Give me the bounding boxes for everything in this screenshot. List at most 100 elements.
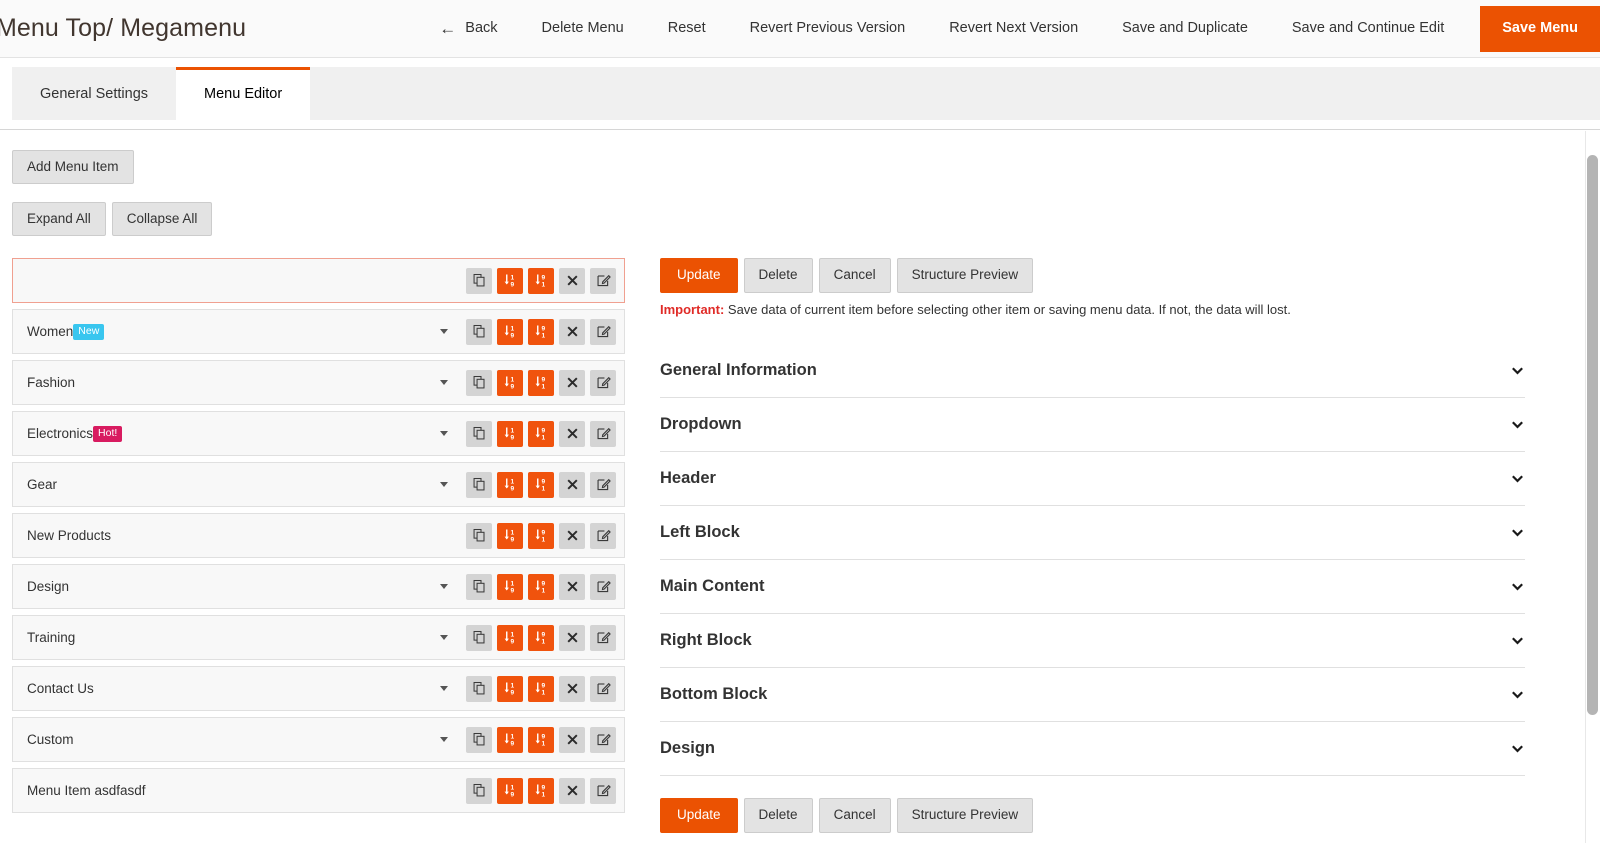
chevron-down-icon[interactable] xyxy=(1509,633,1525,649)
cancel-button[interactable]: Cancel xyxy=(818,258,891,293)
delete-menu-button[interactable]: Delete Menu xyxy=(520,0,646,57)
edit-button[interactable] xyxy=(590,420,616,447)
menu-item-row[interactable]: Training 1 9 9 1 xyxy=(12,615,625,661)
duplicate-button[interactable] xyxy=(466,624,492,651)
duplicate-button[interactable] xyxy=(466,369,492,396)
expand-caret-icon[interactable] xyxy=(440,482,448,488)
close-button[interactable] xyxy=(559,777,585,804)
sort-descending-button[interactable]: 91 xyxy=(528,726,554,753)
chevron-down-icon[interactable] xyxy=(1509,687,1525,703)
close-button[interactable] xyxy=(559,675,585,702)
sort-descending-button[interactable]: 91 xyxy=(528,471,554,498)
duplicate-button[interactable] xyxy=(466,726,492,753)
menu-item-row[interactable]: Contact Us 1 9 9 1 xyxy=(12,666,625,712)
edit-button[interactable] xyxy=(590,267,616,294)
close-button[interactable] xyxy=(559,267,585,294)
section-general-information[interactable]: General Information xyxy=(660,344,1525,399)
duplicate-button[interactable] xyxy=(466,420,492,447)
sort-ascending-button[interactable]: 19 xyxy=(497,675,523,702)
sort-ascending-button[interactable]: 19 xyxy=(497,573,523,600)
expand-caret-icon[interactable] xyxy=(440,329,448,335)
sort-descending-button[interactable]: 91 xyxy=(528,573,554,600)
expand-all-button[interactable]: Expand All xyxy=(12,202,106,237)
section-header[interactable]: Header xyxy=(660,452,1525,507)
menu-item-row[interactable]: Custom 1 9 9 1 xyxy=(12,717,625,763)
duplicate-button[interactable] xyxy=(466,573,492,600)
save-menu-button[interactable]: Save Menu xyxy=(1480,5,1600,52)
delete-button[interactable]: Delete xyxy=(743,258,813,293)
menu-item-row[interactable]: Fashion 1 9 9 1 xyxy=(12,360,625,406)
revert-next-version-button[interactable]: Revert Next Version xyxy=(927,0,1100,57)
sort-ascending-button[interactable]: 19 xyxy=(497,318,523,345)
section-main-content[interactable]: Main Content xyxy=(660,560,1525,615)
sort-ascending-button[interactable]: 19 xyxy=(497,777,523,804)
duplicate-button[interactable] xyxy=(466,777,492,804)
edit-button[interactable] xyxy=(590,675,616,702)
update-button[interactable]: Update xyxy=(660,258,738,293)
sort-descending-button[interactable]: 91 xyxy=(528,624,554,651)
edit-button[interactable] xyxy=(590,318,616,345)
sort-descending-button[interactable]: 91 xyxy=(528,369,554,396)
chevron-down-icon[interactable] xyxy=(1509,525,1525,541)
sort-descending-button[interactable]: 91 xyxy=(528,267,554,294)
chevron-down-icon[interactable] xyxy=(1509,471,1525,487)
duplicate-button[interactable] xyxy=(466,522,492,549)
close-button[interactable] xyxy=(559,369,585,396)
section-bottom-block[interactable]: Bottom Block xyxy=(660,668,1525,723)
menu-item-row[interactable]: Design 1 9 9 1 xyxy=(12,564,625,610)
delete-button-bottom[interactable]: Delete xyxy=(743,798,813,833)
close-button[interactable] xyxy=(559,573,585,600)
menu-item-row[interactable]: Electronics Hot! 1 9 9 1 xyxy=(12,411,625,457)
close-button[interactable] xyxy=(559,726,585,753)
sort-ascending-button[interactable]: 19 xyxy=(497,420,523,447)
section-left-block[interactable]: Left Block xyxy=(660,506,1525,561)
tab-menu-editor[interactable]: Menu Editor xyxy=(176,67,311,121)
section-dropdown[interactable]: Dropdown xyxy=(660,398,1525,453)
close-button[interactable] xyxy=(559,318,585,345)
duplicate-button[interactable] xyxy=(466,675,492,702)
edit-button[interactable] xyxy=(590,471,616,498)
chevron-down-icon[interactable] xyxy=(1509,741,1525,757)
menu-item-row[interactable]: Menu Item asdfasdf 1 9 9 1 xyxy=(12,768,625,814)
edit-button[interactable] xyxy=(590,522,616,549)
save-and-duplicate-button[interactable]: Save and Duplicate xyxy=(1100,0,1270,57)
menu-item-row[interactable]: Gear 1 9 9 1 xyxy=(12,462,625,508)
sort-ascending-button[interactable]: 19 xyxy=(497,522,523,549)
edit-button[interactable] xyxy=(590,624,616,651)
revert-previous-version-button[interactable]: Revert Previous Version xyxy=(728,0,928,57)
sort-descending-button[interactable]: 91 xyxy=(528,675,554,702)
duplicate-button[interactable] xyxy=(466,267,492,294)
close-button[interactable] xyxy=(559,471,585,498)
sort-descending-button[interactable]: 91 xyxy=(528,420,554,447)
edit-button[interactable] xyxy=(590,726,616,753)
back-button[interactable]: ← Back xyxy=(427,0,519,57)
update-button-bottom[interactable]: Update xyxy=(660,798,738,833)
sort-ascending-button[interactable]: 19 xyxy=(497,471,523,498)
section-design[interactable]: Design xyxy=(660,722,1525,777)
duplicate-button[interactable] xyxy=(466,318,492,345)
close-button[interactable] xyxy=(559,522,585,549)
sort-ascending-button[interactable]: 19 xyxy=(497,267,523,294)
structure-preview-button-bottom[interactable]: Structure Preview xyxy=(896,798,1034,833)
duplicate-button[interactable] xyxy=(466,471,492,498)
sort-descending-button[interactable]: 91 xyxy=(528,318,554,345)
edit-button[interactable] xyxy=(590,369,616,396)
sort-descending-button[interactable]: 91 xyxy=(528,522,554,549)
collapse-all-button[interactable]: Collapse All xyxy=(111,202,213,237)
reset-button[interactable]: Reset xyxy=(646,0,728,57)
section-right-block[interactable]: Right Block xyxy=(660,614,1525,669)
expand-caret-icon[interactable] xyxy=(440,431,448,437)
menu-item-row[interactable]: New Products 1 9 9 1 xyxy=(12,513,625,559)
edit-button[interactable] xyxy=(590,777,616,804)
expand-caret-icon[interactable] xyxy=(440,686,448,692)
expand-caret-icon[interactable] xyxy=(440,380,448,386)
sort-descending-button[interactable]: 91 xyxy=(528,777,554,804)
sort-ascending-button[interactable]: 19 xyxy=(497,624,523,651)
sort-ascending-button[interactable]: 19 xyxy=(497,726,523,753)
chevron-down-icon[interactable] xyxy=(1509,363,1525,379)
close-button[interactable] xyxy=(559,624,585,651)
close-button[interactable] xyxy=(559,420,585,447)
tab-general-settings[interactable]: General Settings xyxy=(12,67,176,120)
edit-button[interactable] xyxy=(590,573,616,600)
structure-preview-button[interactable]: Structure Preview xyxy=(896,258,1034,293)
